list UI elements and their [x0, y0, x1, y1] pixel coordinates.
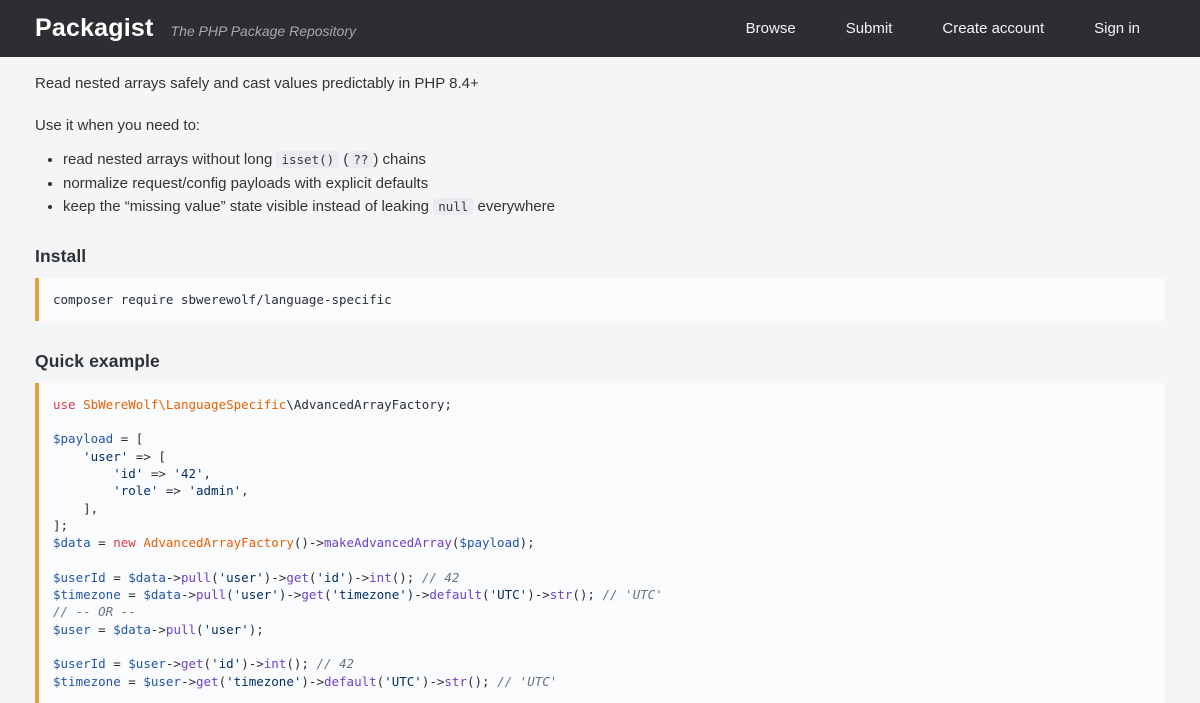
nav-browse[interactable]: Browse [746, 20, 796, 37]
list-item-normalize-payloads: normalize request/config payloads with e… [63, 172, 1165, 196]
use-when-paragraph: Use it when you need to: [35, 115, 1165, 136]
brand: Packagist The PHP Package Repository [35, 14, 356, 43]
install-code-block: composer require sbwerewolf/language-spe… [35, 278, 1165, 321]
use-case-list: read nested arrays without long isset() … [35, 148, 1165, 219]
nav-create-account[interactable]: Create account [942, 20, 1044, 37]
inline-code: isset() [276, 151, 339, 168]
install-heading: Install [35, 246, 1165, 267]
brand-logo[interactable]: Packagist [35, 14, 154, 43]
nav-submit[interactable]: Submit [846, 20, 893, 37]
brand-tagline: The PHP Package Repository [171, 23, 356, 39]
main-nav: Browse Submit Create account Sign in [746, 20, 1140, 37]
quick-example-heading: Quick example [35, 351, 1165, 372]
nav-sign-in[interactable]: Sign in [1094, 20, 1140, 37]
readme-content: Read nested arrays safely and cast value… [0, 57, 1200, 703]
header: Packagist The PHP Package Repository Bro… [0, 0, 1200, 57]
list-item-isset-chains: read nested arrays without long isset() … [63, 148, 1165, 172]
example-code-block: use SbWereWolf\LanguageSpecific\Advanced… [35, 383, 1165, 703]
intro-paragraph: Read nested arrays safely and cast value… [35, 73, 1165, 94]
inline-code: ?? [348, 151, 373, 168]
inline-code: null [433, 198, 473, 215]
list-item-missing-value: keep the “missing value” state visible i… [63, 195, 1165, 219]
